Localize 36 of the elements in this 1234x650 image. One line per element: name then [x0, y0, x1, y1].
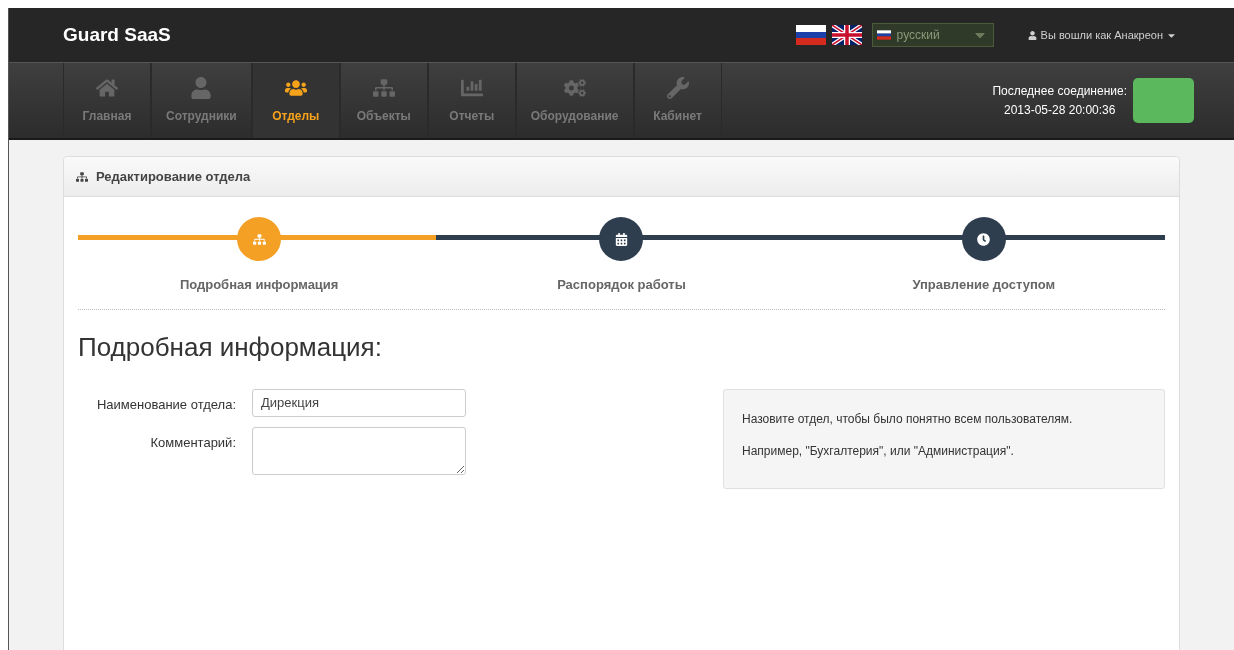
nav-tab[interactable]: Отделы: [251, 63, 340, 138]
user-menu[interactable]: Вы вошли как Анакреон: [1027, 26, 1176, 44]
calendar-icon: [615, 232, 628, 246]
user-icon: [190, 76, 213, 99]
section-title: Подробная информация:: [78, 330, 383, 364]
nav-tab[interactable]: Отчеты: [427, 63, 516, 138]
home-icon: [96, 76, 118, 99]
sitemap-icon: [372, 76, 395, 99]
russian-flag-icon[interactable]: [795, 25, 826, 45]
field-label: Наименование отдела:: [96, 395, 236, 414]
step-label[interactable]: Распорядок работы: [557, 275, 686, 295]
panel-title: Редактирование отдела: [96, 167, 251, 186]
step-label[interactable]: Управление доступом: [912, 275, 1056, 295]
help-text: Например, "Бухгалтерия", или "Администрация".: [742, 442, 1015, 460]
nav-tab[interactable]: Объекты: [339, 63, 428, 138]
language-select[interactable]: русский: [871, 23, 994, 47]
comment-field[interactable]: [252, 426, 466, 475]
help-text: Назовите отдел, чтобы было понятно всем пользователям.: [742, 410, 1074, 428]
nav-tab[interactable]: Главная: [63, 63, 151, 138]
connection-time: 2013-05-28 20:00:36: [1004, 101, 1116, 119]
uk-flag-icon[interactable]: [831, 25, 862, 45]
russian-flag-icon[interactable]: [876, 30, 891, 40]
brand-title[interactable]: Guard SaaS: [63, 20, 171, 50]
connection-label: Последнее соединение:: [992, 82, 1127, 100]
field-label: Комментарий:: [149, 433, 236, 452]
user-icon: [1027, 30, 1037, 40]
sitemap-icon: [76, 170, 88, 183]
nav-tab[interactable]: Кабинет: [633, 63, 722, 138]
gears-icon: [563, 76, 586, 99]
wrench-icon: [666, 76, 689, 99]
name-field[interactable]: Дирекция: [252, 388, 466, 417]
step-label[interactable]: Подробная информация: [179, 275, 339, 295]
nav-tab[interactable]: Сотрудники: [151, 63, 252, 138]
nav-tab[interactable]: Оборудование: [515, 63, 634, 138]
clock-icon: [977, 232, 991, 246]
sitemap-icon: [252, 232, 266, 246]
